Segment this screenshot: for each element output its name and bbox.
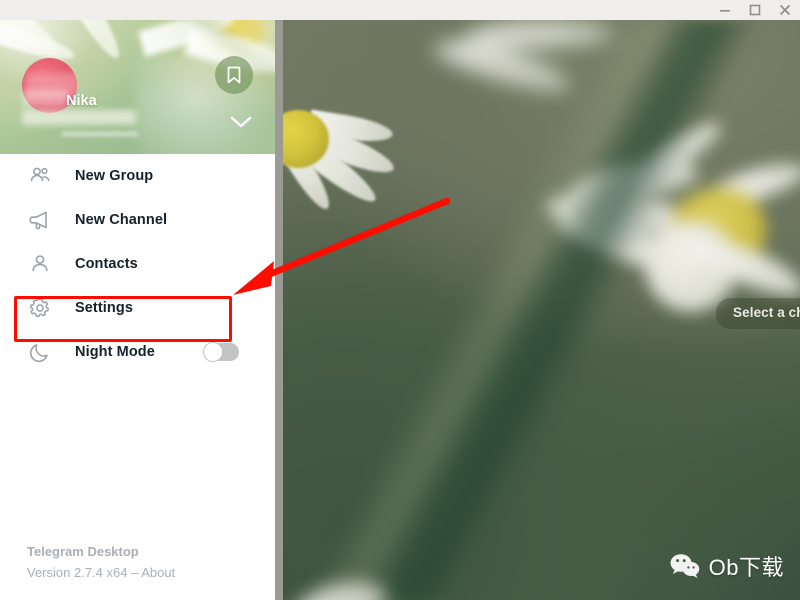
sidebar-item-label: New Group [75, 168, 154, 184]
sidebar-scrollbar[interactable] [275, 20, 283, 600]
sidebar-item-label: Night Mode [75, 344, 155, 360]
maximize-button[interactable] [740, 0, 770, 20]
redacted-underline [62, 132, 138, 136]
telegram-desktop-window: Select a chat to start messaging Ob下载 [0, 0, 800, 600]
app-name: Telegram Desktop [27, 544, 139, 559]
minimize-icon [720, 10, 730, 12]
sidebar-item-new-channel[interactable]: New Channel [0, 198, 275, 242]
person-icon [27, 252, 53, 276]
night-mode-toggle[interactable] [203, 342, 239, 362]
gear-icon [27, 296, 53, 320]
redacted-phone-number [22, 110, 136, 125]
sidebar-item-new-group[interactable]: New Group [0, 154, 275, 198]
sidebar-header: Nika [0, 20, 275, 154]
group-icon [27, 164, 53, 188]
minimize-button[interactable] [710, 0, 740, 20]
toggle-knob [203, 342, 223, 362]
sidebar-item-label: Settings [75, 300, 133, 316]
version-about-link[interactable]: Version 2.7.4 x64 – About [27, 565, 175, 580]
maximize-icon [749, 4, 761, 16]
wechat-icon [670, 554, 699, 578]
select-chat-placeholder: Select a chat to start messaging [716, 298, 800, 329]
redacted-name-prefix [22, 90, 68, 107]
sidebar-item-contacts[interactable]: Contacts [0, 242, 275, 286]
sidebar-item-settings[interactable]: Settings [0, 286, 275, 330]
account-expand-button[interactable] [227, 108, 255, 136]
moon-icon [27, 340, 53, 364]
main-menu-sidebar: Nika New Group New Channel Contacts Sett… [0, 20, 275, 600]
close-icon [779, 4, 791, 16]
chevron-down-icon [230, 116, 252, 128]
bookmark-icon [227, 66, 241, 84]
sidebar-footer: Telegram Desktop Version 2.7.4 x64 – Abo… [27, 544, 175, 580]
title-bar [0, 0, 800, 20]
menu-list: New Group New Channel Contacts Settings … [0, 154, 275, 374]
megaphone-icon [27, 208, 53, 232]
sidebar-item-night-mode[interactable]: Night Mode [0, 330, 275, 374]
watermark-text: Ob下载 [708, 555, 784, 580]
sidebar-item-label: Contacts [75, 256, 138, 272]
sidebar-item-label: New Channel [75, 212, 168, 228]
watermark: Ob下载 [670, 550, 784, 582]
chat-area: Select a chat to start messaging Ob下载 [283, 20, 800, 600]
account-row[interactable]: Nika [0, 88, 275, 148]
account-name: Nika [66, 93, 97, 109]
close-button[interactable] [770, 0, 800, 20]
